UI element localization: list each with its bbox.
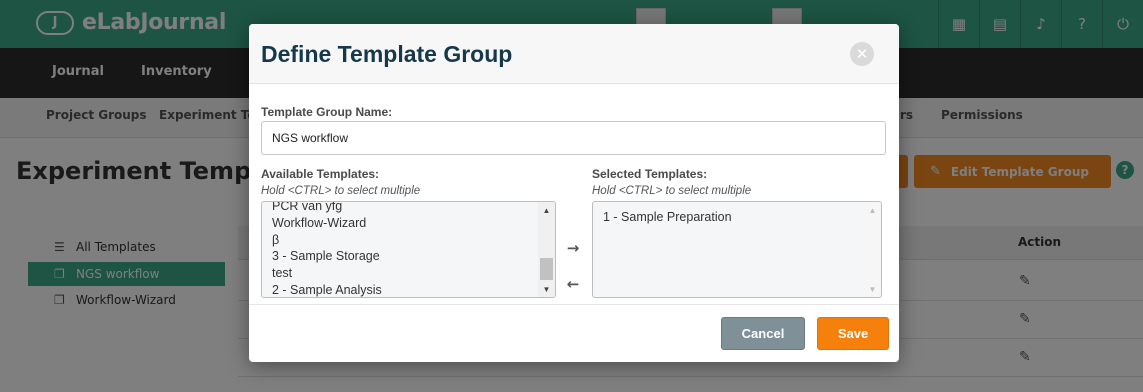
available-templates-label: Available Templates: [261, 167, 380, 181]
close-icon[interactable]: ✕ [850, 42, 874, 66]
move-right-arrow-icon[interactable]: → [563, 238, 583, 258]
available-templates-list[interactable]: PCR van yfg Workflow-Wizard β 3 - Sample… [261, 201, 556, 298]
modal-title: Define Template Group [261, 41, 513, 67]
move-left-arrow-icon[interactable]: ← [563, 274, 583, 294]
template-group-name-label: Template Group Name: [261, 105, 393, 119]
define-template-group-dialog: Define Template Group ✕ Template Group N… [249, 24, 899, 362]
scroll-down-icon[interactable]: ▼ [538, 282, 555, 296]
scroll-down-icon[interactable]: ▼ [864, 282, 881, 296]
scroll-up-icon[interactable]: ▲ [538, 203, 555, 217]
selected-list-scrollbar[interactable]: ▲ ▼ [864, 202, 881, 297]
scroll-up-icon[interactable]: ▲ [864, 203, 881, 217]
scrollbar-thumb[interactable] [540, 258, 553, 280]
selected-templates-hint: Hold <CTRL> to select multiple [592, 185, 752, 197]
cancel-button[interactable]: Cancel [721, 317, 805, 350]
template-group-name-input[interactable] [261, 121, 886, 155]
list-item[interactable]: test [272, 266, 292, 280]
modal-header: Define Template Group ✕ [249, 24, 899, 84]
selected-templates-label: Selected Templates: [592, 167, 708, 181]
list-item[interactable]: 3 - Sample Storage [272, 249, 380, 263]
selected-templates-list[interactable]: 1 - Sample Preparation ▲ ▼ [592, 201, 882, 298]
available-list-scrollbar[interactable]: ▲ ▼ [538, 202, 555, 297]
list-item[interactable]: 1 - Sample Preparation [603, 210, 732, 224]
list-item[interactable]: 2 - Sample Analysis [272, 283, 382, 297]
save-button[interactable]: Save [817, 317, 889, 350]
available-templates-hint: Hold <CTRL> to select multiple [261, 185, 421, 197]
list-item[interactable]: β [272, 233, 279, 247]
modal-footer: Cancel Save [249, 304, 899, 362]
list-item[interactable]: Workflow-Wizard [272, 216, 366, 230]
list-item[interactable]: PCR van yfg [272, 202, 342, 213]
